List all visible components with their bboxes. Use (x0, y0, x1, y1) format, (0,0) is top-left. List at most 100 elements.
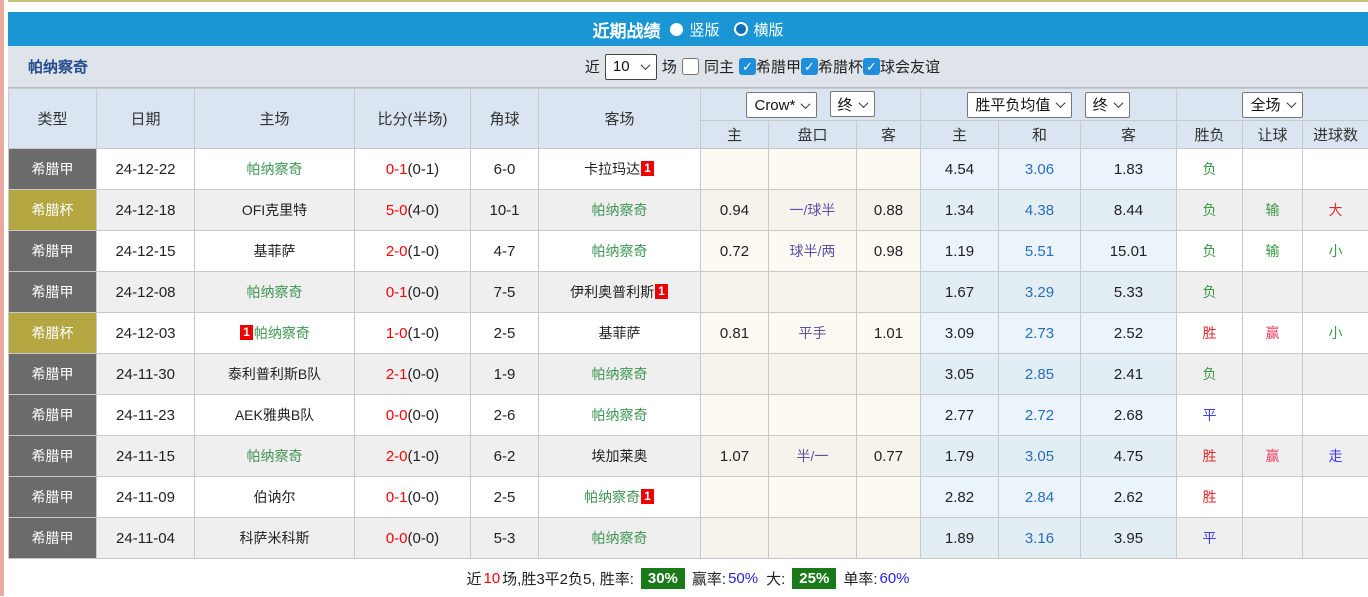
table-row: 希腊甲24-11-04科萨米科斯0-0(0-0)5-3帕纳察奇1.893.163… (9, 518, 1368, 559)
score-cell: 0-0(0-0) (355, 518, 471, 559)
avg-time-select[interactable]: 终 (1085, 92, 1130, 118)
competition-checkbox[interactable]: ✓ (863, 58, 880, 75)
home-team-cell: 帕纳察奇 (195, 272, 355, 313)
match-count-select[interactable]: 10 (605, 54, 657, 80)
same-home-checkbox[interactable] (682, 58, 699, 75)
big-rate-badge: 25% (792, 568, 836, 589)
crow-away-odds (857, 354, 921, 395)
result-handicap (1243, 477, 1303, 518)
crow-home-odds: 0.72 (701, 231, 769, 272)
avg-home-odds: 1.79 (921, 436, 999, 477)
odds-company-select[interactable]: Crow* (746, 92, 817, 118)
red-card-badge: 1 (641, 161, 654, 176)
layout-radio-option[interactable]: 竖版 (670, 19, 719, 40)
result-scope-select[interactable]: 全场 (1242, 92, 1302, 118)
score-cell: 0-1(0-0) (355, 477, 471, 518)
away-team-cell: 基菲萨 (539, 313, 701, 354)
date-cell: 24-11-04 (97, 518, 195, 559)
crow-away-odds: 0.98 (857, 231, 921, 272)
competition-checkbox[interactable]: ✓ (739, 58, 756, 75)
fulltime-score: 0-0 (386, 530, 408, 547)
avg-away-odds: 15.01 (1081, 231, 1177, 272)
col-header-odds-handicap: 盘口 (769, 121, 857, 149)
fulltime-score: 0-0 (386, 407, 408, 424)
team-name: 帕纳察奇 (592, 530, 648, 546)
result-goals (1303, 272, 1368, 313)
odds-time-select[interactable]: 终 (830, 91, 875, 117)
away-team-cell: 帕纳察奇 (539, 518, 701, 559)
team-name: 科萨米科斯 (240, 530, 310, 546)
league-cell: 希腊甲 (9, 436, 97, 477)
team-name: 帕纳察奇 (592, 407, 648, 423)
radio-label: 竖版 (689, 19, 719, 40)
home-team-cell: AEK雅典B队 (195, 395, 355, 436)
result-goals (1303, 477, 1368, 518)
halftime-score: (0-0) (408, 530, 440, 547)
score-cell: 5-0(4-0) (355, 190, 471, 231)
home-team-cell: 帕纳察奇 (195, 436, 355, 477)
chevron-down-icon (801, 99, 811, 109)
score-cell: 2-1(0-0) (355, 354, 471, 395)
avg-draw-odds: 2.72 (999, 395, 1081, 436)
chevron-down-icon (1113, 98, 1123, 108)
avg-home-odds: 1.89 (921, 518, 999, 559)
crow-handicap: 一/球半 (769, 190, 857, 231)
corner-cell: 6-2 (471, 436, 539, 477)
result-handicap (1243, 395, 1303, 436)
halftime-score: (0-1) (408, 161, 440, 178)
result-goals (1303, 518, 1368, 559)
crow-home-odds (701, 477, 769, 518)
red-card-badge: 1 (240, 325, 253, 340)
result-wdl: 负 (1177, 231, 1243, 272)
fulltime-score: 0-1 (386, 284, 408, 301)
team-name: OFI克里特 (242, 202, 307, 218)
avg-draw-odds: 5.51 (999, 231, 1081, 272)
crow-home-odds: 0.81 (701, 313, 769, 354)
score-cell: 1-0(1-0) (355, 313, 471, 354)
score-cell: 2-0(1-0) (355, 231, 471, 272)
fulltime-score: 0-1 (386, 489, 408, 506)
crow-handicap: 平手 (769, 313, 857, 354)
away-team-cell: 埃加莱奥 (539, 436, 701, 477)
crow-home-odds (701, 149, 769, 190)
avg-away-odds: 2.52 (1081, 313, 1177, 354)
league-cell: 希腊甲 (9, 395, 97, 436)
result-handicap (1243, 354, 1303, 395)
result-wdl: 负 (1177, 354, 1243, 395)
crow-home-odds (701, 395, 769, 436)
col-header-result-handicap: 让球 (1243, 121, 1303, 149)
away-team-cell: 伊利奥普利斯1 (539, 272, 701, 313)
avg-home-odds: 1.67 (921, 272, 999, 313)
team-name: 卡拉玛达 (584, 161, 640, 177)
same-home-label: 同主 (704, 56, 734, 77)
team-name: 帕纳察奇 (254, 325, 310, 341)
avg-away-odds: 2.68 (1081, 395, 1177, 436)
competition-checkbox[interactable]: ✓ (801, 58, 818, 75)
col-header-date: 日期 (97, 89, 195, 149)
page-title: 近期战绩 (592, 17, 660, 42)
avg-home-odds: 2.82 (921, 477, 999, 518)
fulltime-score: 1-0 (386, 325, 408, 342)
home-team-cell: 1帕纳察奇 (195, 313, 355, 354)
date-cell: 24-11-30 (97, 354, 195, 395)
crow-away-odds: 0.88 (857, 190, 921, 231)
radio-label: 横版 (754, 19, 784, 40)
crow-handicap (769, 149, 857, 190)
date-cell: 24-12-03 (97, 313, 195, 354)
team-name-title: 帕纳察奇 (28, 56, 88, 77)
avg-draw-odds: 2.85 (999, 354, 1081, 395)
avg-home-odds: 2.77 (921, 395, 999, 436)
corner-cell: 2-5 (471, 477, 539, 518)
odds-group-header: Crow* 终 (701, 89, 921, 121)
avg-draw-odds: 3.29 (999, 272, 1081, 313)
avg-draw-odds: 2.73 (999, 313, 1081, 354)
avg-odds-select[interactable]: 胜平负均值 (967, 92, 1072, 118)
avg-away-odds: 8.44 (1081, 190, 1177, 231)
avg-draw-odds: 2.84 (999, 477, 1081, 518)
layout-radio-option[interactable]: 横版 (734, 19, 784, 40)
crow-home-odds: 0.94 (701, 190, 769, 231)
halftime-score: (4-0) (408, 202, 440, 219)
avg-home-odds: 1.19 (921, 231, 999, 272)
crow-away-odds (857, 518, 921, 559)
summary-footer: 近10场,胜3平2负5, 胜率:30%赢率:50%大:25%单率:60% (8, 559, 1368, 597)
